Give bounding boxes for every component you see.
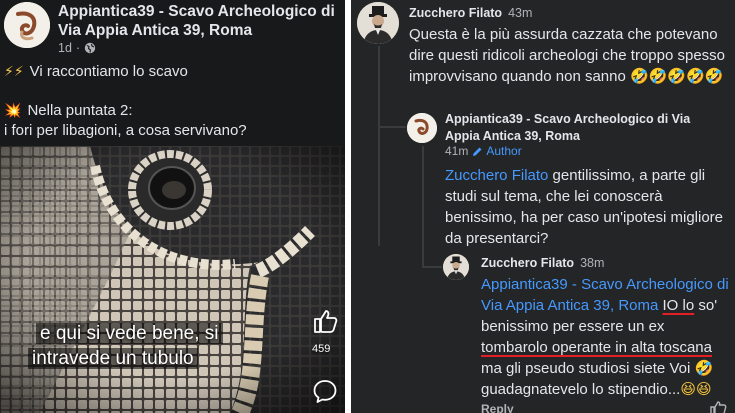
page-name[interactable]: Appiantica39 - Scavo Archeologico di Via… xyxy=(58,2,345,40)
rolling-laughing-emoji: 🤣🤣🤣🤣🤣 xyxy=(630,67,724,85)
page-reply-avatar[interactable] xyxy=(407,113,437,143)
reply-time[interactable]: 38m xyxy=(580,256,604,270)
thread-connector xyxy=(378,46,380,246)
comments-panel: Zucchero Filato 43m Questa è la più assur… xyxy=(351,0,735,413)
reply-button[interactable]: Reply xyxy=(481,402,514,413)
comment-time[interactable]: 43m xyxy=(508,6,532,20)
page-logo-icon xyxy=(4,2,50,48)
comment-header: Zucchero Filato 43m xyxy=(409,6,532,20)
thumbs-up-icon[interactable] xyxy=(312,308,338,334)
comment-text: Questa è la più assurda cazzata che pote… xyxy=(409,25,727,88)
commenter-avatar[interactable] xyxy=(443,254,469,280)
post-meta: 1d · xyxy=(58,41,96,55)
underlined-phrase-2: tombarolo operante in alta toscana xyxy=(481,339,712,356)
thread-connector xyxy=(378,126,406,128)
commenter-avatar[interactable] xyxy=(357,2,399,44)
caption-line-3: i fori per libagioni, a cosa servivano? xyxy=(4,122,247,139)
comment-author[interactable]: Zucchero Filato xyxy=(409,6,502,20)
reply-author[interactable]: Appiantica39 - Scavo Archeologico di Via… xyxy=(445,111,727,144)
reply-body-end: ma gli pseudo studiosi siete Voi xyxy=(481,360,691,377)
reply-body-last: guadagnatevelo lo stipendio... xyxy=(481,381,681,398)
video-thumbnail[interactable] xyxy=(0,146,345,413)
video-subtitle-line-1: e qui si vede bene, si xyxy=(36,323,326,345)
comment-icon[interactable] xyxy=(312,378,338,404)
like-count: 459 xyxy=(312,343,331,355)
globe-icon xyxy=(84,42,96,54)
post-caption: ⚡⚡ Vi raccontiamo lo scavo 💥 Nella punta… xyxy=(4,62,342,141)
subtitle-text-1: e qui si vede bene, si xyxy=(36,323,223,344)
meta-dot: · xyxy=(75,41,81,55)
thread-connector xyxy=(422,146,424,266)
reply-header: Zucchero Filato 38m xyxy=(481,256,604,270)
page-avatar[interactable] xyxy=(4,2,50,48)
lightning-icon: ⚡⚡ xyxy=(4,64,24,80)
underlined-phrase-1: IO lo xyxy=(662,297,695,314)
video-post-panel: Appiantica39 - Scavo Archeologico di Via… xyxy=(0,0,345,413)
avatar-portrait-icon xyxy=(357,2,399,44)
reply-mention[interactable]: Zucchero Filato xyxy=(445,167,548,184)
post-age[interactable]: 1d xyxy=(58,41,72,55)
subtitle-text-2: intravede un tubulo xyxy=(28,348,198,369)
reply-text: Zucchero Filato gentilissimo, a parte gl… xyxy=(445,165,735,249)
video-subtitle-line-2: intravede un tubulo xyxy=(28,348,318,370)
author-badge: Author xyxy=(472,144,522,158)
pen-icon xyxy=(473,147,482,156)
author-badge-label: Author xyxy=(486,144,522,158)
thumbs-up-icon[interactable] xyxy=(709,401,727,413)
collision-icon: 💥 xyxy=(4,103,22,119)
reply-meta: 41m Author xyxy=(445,144,522,158)
laughing-emoji: 😆😆 xyxy=(680,380,712,398)
avatar-portrait-icon xyxy=(443,254,469,280)
rolling-laughing-emoji: 🤣 xyxy=(694,359,714,377)
reply-time[interactable]: 41m xyxy=(445,144,468,158)
page-logo-icon xyxy=(407,113,437,143)
post-header: Appiantica39 - Scavo Archeologico di Via… xyxy=(4,2,344,56)
reply-text: Appiantica39 - Scavo Archeologico di Via… xyxy=(481,274,735,400)
thread-connector xyxy=(422,266,442,268)
mosaic-image xyxy=(0,146,345,413)
caption-line-1: Vi raccontiamo lo scavo xyxy=(29,63,188,80)
caption-line-2: Nella puntata 2: xyxy=(27,102,133,119)
reply-author[interactable]: Zucchero Filato xyxy=(481,256,574,270)
